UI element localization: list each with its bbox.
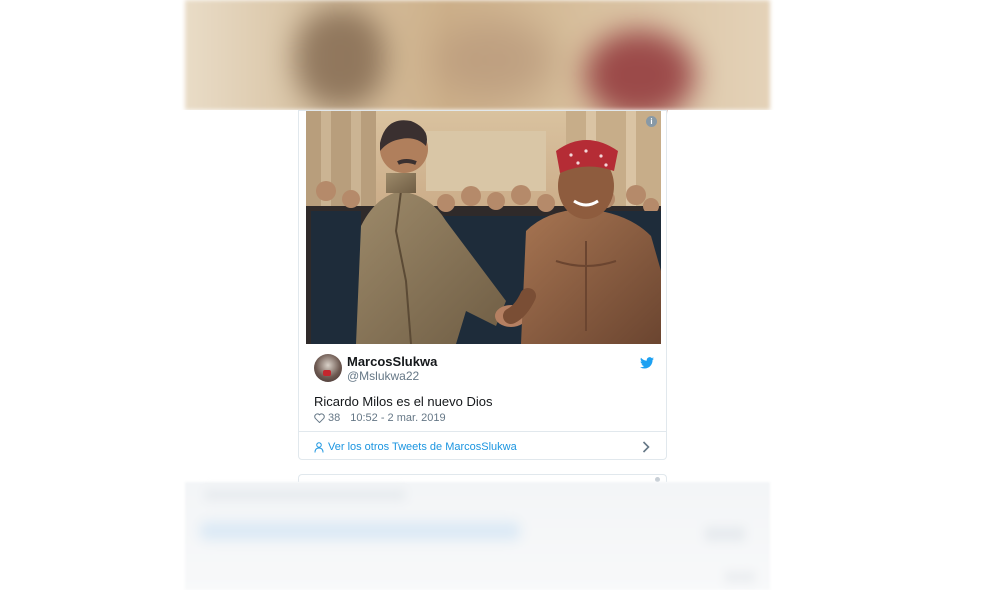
left-panel — [170, 110, 298, 480]
blurred-background-content — [185, 482, 770, 590]
tweet-media-image[interactable]: i — [306, 111, 661, 344]
right-panel — [668, 110, 776, 480]
author-name[interactable]: MarcosSlukwa — [347, 354, 437, 369]
person-icon — [314, 441, 324, 453]
tweet-meta: 38 10:52 - 2 mar. 2019 — [314, 412, 446, 424]
next-embedded-card — [298, 474, 667, 482]
avatar[interactable] — [314, 354, 342, 382]
heart-icon[interactable] — [314, 413, 325, 423]
author-handle[interactable]: @Mslukwa22 — [347, 369, 419, 383]
like-count[interactable]: 38 — [328, 412, 340, 424]
more-tweets-link[interactable]: Ver los otros Tweets de MarcosSlukwa — [314, 441, 517, 453]
blurred-background-image — [185, 0, 770, 110]
tweet-text: Ricardo Milos es el nuevo Dios — [314, 394, 493, 409]
divider — [299, 431, 666, 432]
info-icon[interactable]: i — [646, 116, 657, 127]
twitter-bird-icon[interactable] — [640, 357, 654, 369]
embedded-tweet-card[interactable]: i MarcosSlukwa @Mslukwa22 Ricardo Milos … — [298, 110, 667, 460]
chevron-right-icon[interactable] — [642, 441, 650, 453]
more-tweets-label[interactable]: Ver los otros Tweets de MarcosSlukwa — [328, 441, 517, 453]
tweet-timestamp[interactable]: 10:52 - 2 mar. 2019 — [350, 412, 445, 424]
